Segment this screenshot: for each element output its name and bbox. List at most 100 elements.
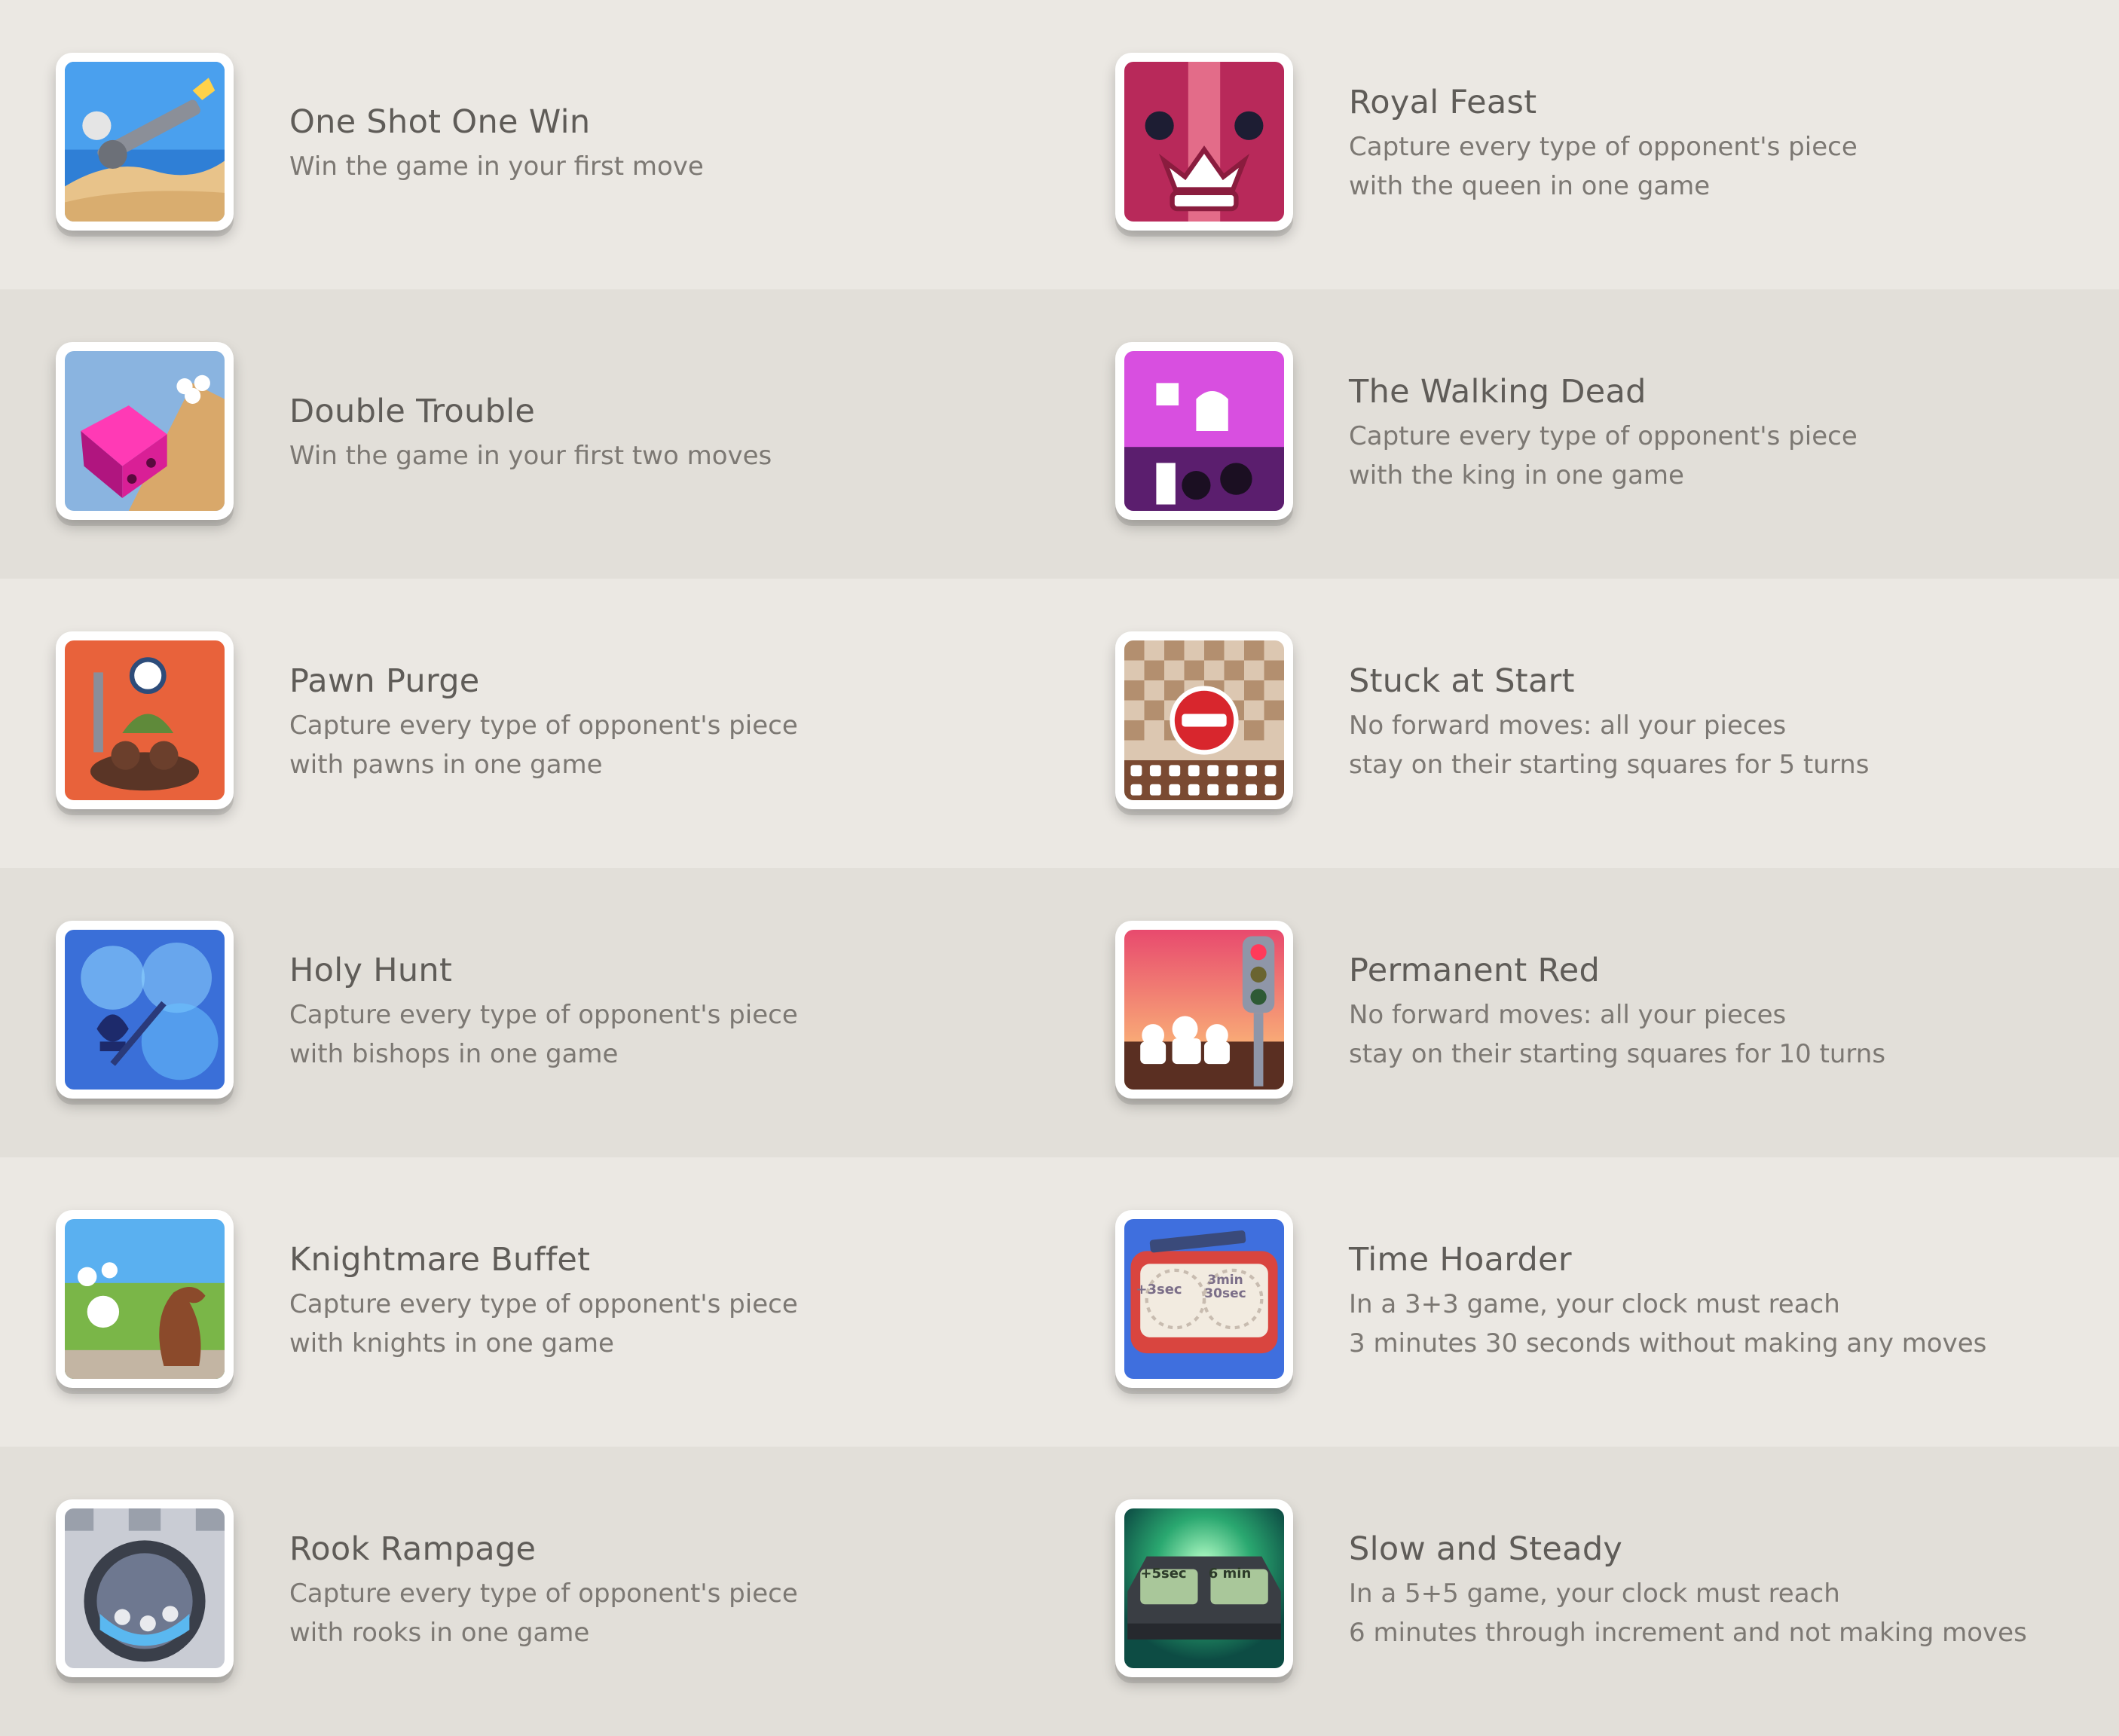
achievement-title: The Walking Dead	[1349, 373, 1647, 411]
clock-label-right: 6 min	[1208, 1566, 1252, 1582]
description-line-1: Capture every type of opponent's piece	[289, 1579, 798, 1609]
achievement-card[interactable]: Double Trouble Win the game in your firs…	[0, 289, 1060, 579]
achievement-badge	[56, 342, 234, 520]
description-line-1: Capture every type of opponent's piece	[1349, 421, 1858, 451]
achievement-text: Knightmare Buffet Capture every type of …	[289, 1157, 798, 1447]
clock-label-left: +3sec	[1136, 1282, 1182, 1297]
achievement-title: Holy Hunt	[289, 952, 453, 989]
achievement-row: Holy Hunt Capture every type of opponent…	[0, 868, 2119, 1157]
description-line-2: with knights in one game	[289, 1328, 614, 1359]
description-line-1: No forward moves: all your pieces	[1349, 711, 1787, 741]
achievement-title: Rook Rampage	[289, 1530, 537, 1568]
zombie-king-icon	[1124, 351, 1284, 511]
achievement-description: Capture every type of opponent's piece w…	[1349, 417, 1858, 495]
achievement-text: Pawn Purge Capture every type of opponen…	[289, 579, 798, 868]
achievement-card[interactable]: Knightmare Buffet Capture every type of …	[0, 1157, 1060, 1447]
queen-crown-icon	[1124, 62, 1284, 222]
rook-tower-icon	[65, 1508, 225, 1668]
pawn-warrior-icon	[65, 640, 225, 800]
achievement-text: Rook Rampage Capture every type of oppon…	[289, 1447, 798, 1736]
description-line-2: with bishops in one game	[289, 1039, 619, 1069]
description-line-1: Capture every type of opponent's piece	[1349, 132, 1858, 162]
achievement-card[interactable]: Rook Rampage Capture every type of oppon…	[0, 1447, 1060, 1736]
description-line-2: 3 minutes 30 seconds without making any …	[1349, 1328, 1987, 1359]
description-line-1: Capture every type of opponent's piece	[289, 1289, 798, 1319]
achievement-badge	[1115, 921, 1293, 1099]
description-line-2: stay on their starting squares for 10 tu…	[1349, 1039, 1886, 1069]
achievement-text: Stuck at Start No forward moves: all you…	[1349, 579, 1869, 868]
achievement-badge: +3sec 3min 30sec	[1115, 1210, 1293, 1388]
achievement-title: Pawn Purge	[289, 662, 480, 700]
achievement-description: Capture every type of opponent's piece w…	[289, 1574, 798, 1652]
achievement-title: Double Trouble	[289, 393, 536, 430]
description-line-1: No forward moves: all your pieces	[1349, 1000, 1787, 1030]
achievement-card[interactable]: Stuck at Start No forward moves: all you…	[1060, 579, 2119, 868]
description-line-2: with the queen in one game	[1349, 171, 1711, 201]
achievement-card[interactable]: One Shot One Win Win the game in your fi…	[0, 0, 1060, 289]
achievement-text: One Shot One Win Win the game in your fi…	[289, 0, 704, 289]
achievement-row: Pawn Purge Capture every type of opponen…	[0, 579, 2119, 868]
achievement-title: Stuck at Start	[1349, 662, 1575, 700]
achievement-card[interactable]: +3sec 3min 30sec Time Hoarder In a 3+3 ga…	[1060, 1157, 2119, 1447]
achievement-text: Double Trouble Win the game in your firs…	[289, 289, 772, 579]
achievement-description: In a 5+5 game, your clock must reach 6 m…	[1349, 1574, 2027, 1652]
description-line-2: with rooks in one game	[289, 1618, 590, 1648]
description-line-1: In a 5+5 game, your clock must reach	[1349, 1579, 1840, 1609]
achievement-card[interactable]: +5sec 6 min Slow and Steady In a 5+5 gam…	[1060, 1447, 2119, 1736]
achievement-text: Holy Hunt Capture every type of opponent…	[289, 868, 798, 1157]
achievement-card[interactable]: Permanent Red No forward moves: all your…	[1060, 868, 2119, 1157]
achievement-title: Royal Feast	[1349, 84, 1537, 121]
achievement-description: Win the game in your first move	[289, 147, 704, 186]
achievement-description: Capture every type of opponent's piece w…	[289, 706, 798, 784]
achievement-badge: +5sec 6 min	[1115, 1499, 1293, 1677]
achievement-description: Capture every type of opponent's piece w…	[289, 1285, 798, 1363]
achievement-description: No forward moves: all your pieces stay o…	[1349, 995, 1885, 1074]
achievement-title: Time Hoarder	[1349, 1241, 1572, 1279]
dice-bowling-icon	[65, 351, 225, 511]
description-line-1: Win the game in your first two moves	[289, 441, 772, 471]
achievement-badge	[56, 1499, 234, 1677]
description-line-2: with the king in one game	[1349, 460, 1684, 491]
achievement-title: Permanent Red	[1349, 952, 1601, 989]
achievement-title: Knightmare Buffet	[289, 1241, 591, 1279]
achievement-badge	[56, 921, 234, 1099]
achievement-card[interactable]: Royal Feast Capture every type of oppone…	[1060, 0, 2119, 289]
achievement-card[interactable]: Holy Hunt Capture every type of opponent…	[0, 868, 1060, 1157]
achievement-text: Permanent Red No forward moves: all your…	[1349, 868, 1885, 1157]
achievement-badge	[56, 631, 234, 809]
achievement-description: In a 3+3 game, your clock must reach 3 m…	[1349, 1285, 1986, 1363]
traffic-light-icon	[1124, 930, 1284, 1090]
no-entry-board-icon	[1124, 640, 1284, 800]
achievement-badge	[56, 53, 234, 231]
achievement-row: One Shot One Win Win the game in your fi…	[0, 0, 2119, 289]
chess-clock-dark-icon	[1124, 1508, 1284, 1668]
description-line-2: with pawns in one game	[289, 750, 603, 780]
achievement-badge	[1115, 53, 1293, 231]
achievement-badge	[56, 1210, 234, 1388]
achievement-text: Time Hoarder In a 3+3 game, your clock m…	[1349, 1157, 1986, 1447]
cannon-icon	[65, 62, 225, 222]
achievement-row: Knightmare Buffet Capture every type of …	[0, 1157, 2119, 1447]
achievement-badge	[1115, 342, 1293, 520]
knight-field-icon	[65, 1219, 225, 1379]
clock-label-left: +5sec	[1140, 1566, 1187, 1582]
description-line-1: Win the game in your first move	[289, 151, 704, 182]
achievement-row: Rook Rampage Capture every type of oppon…	[0, 1447, 2119, 1736]
description-line-1: Capture every type of opponent's piece	[289, 711, 798, 741]
achievement-row: Double Trouble Win the game in your firs…	[0, 289, 2119, 579]
description-line-2: stay on their starting squares for 5 tur…	[1349, 750, 1870, 780]
achievement-title: Slow and Steady	[1349, 1530, 1623, 1568]
achievement-description: No forward moves: all your pieces stay o…	[1349, 706, 1869, 784]
achievement-text: The Walking Dead Capture every type of o…	[1349, 289, 1858, 579]
bishop-bubbles-icon	[65, 930, 225, 1090]
description-line-1: In a 3+3 game, your clock must reach	[1349, 1289, 1840, 1319]
clock-label-right: 3min 30sec	[1204, 1273, 1246, 1301]
achievement-card[interactable]: Pawn Purge Capture every type of opponen…	[0, 579, 1060, 868]
achievement-badge	[1115, 631, 1293, 809]
description-line-2: 6 minutes through increment and not maki…	[1349, 1618, 2027, 1648]
achievement-text: Royal Feast Capture every type of oppone…	[1349, 0, 1858, 289]
achievement-card[interactable]: The Walking Dead Capture every type of o…	[1060, 289, 2119, 579]
achievement-description: Win the game in your first two moves	[289, 436, 772, 475]
achievement-description: Capture every type of opponent's piece w…	[289, 995, 798, 1074]
description-line-1: Capture every type of opponent's piece	[289, 1000, 798, 1030]
